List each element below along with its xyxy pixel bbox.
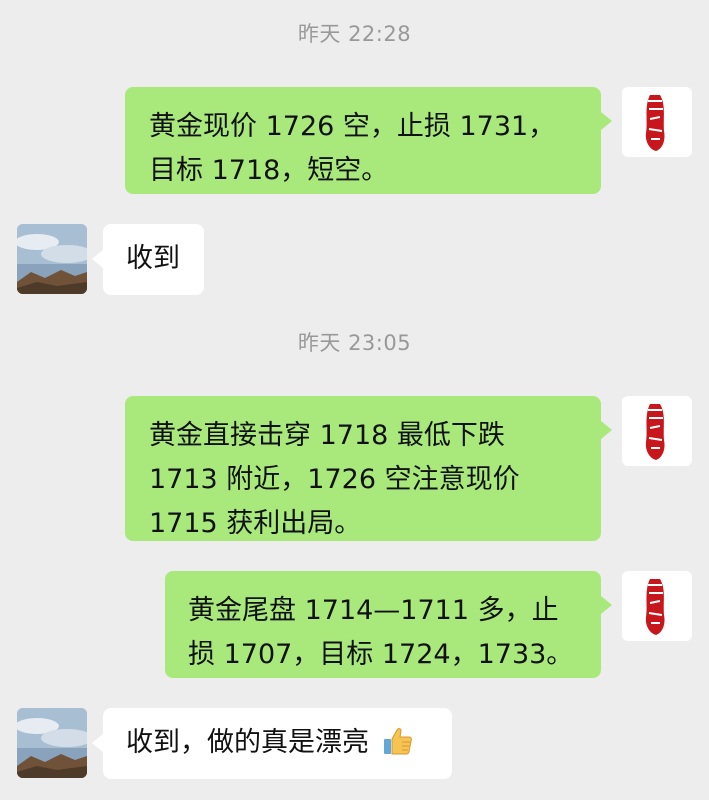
bubble-tail <box>92 734 103 752</box>
sky-landscape-avatar[interactable] <box>17 224 87 294</box>
bubble-tail <box>92 250 103 268</box>
message-bubble-incoming[interactable]: 收到，做的真是漂亮 <box>103 708 452 779</box>
message-bubble-outgoing[interactable]: 黄金现价 1726 空，止损 1731，目标 1718，短空。 <box>125 87 601 194</box>
red-seal-avatar[interactable] <box>622 87 692 157</box>
bubble-tail <box>601 112 612 130</box>
red-seal-avatar[interactable] <box>622 396 692 466</box>
message-bubble-outgoing[interactable]: 黄金直接击穿 1718 最低下跌 1713 附近，1726 空注意现价 1715… <box>125 396 601 541</box>
message-text: 黄金现价 1726 空，止损 1731，目标 1718，短空。 <box>149 111 556 186</box>
message-bubble-incoming[interactable]: 收到 <box>103 224 204 295</box>
message-text: 黄金直接击穿 1718 最低下跌 1713 附近，1726 空注意现价 1715… <box>149 420 520 539</box>
bubble-tail <box>601 421 612 439</box>
message-text: 收到，做的真是漂亮 <box>126 727 369 758</box>
bubble-tail <box>601 596 612 614</box>
message-bubble-outgoing[interactable]: 黄金尾盘 1714—1711 多，止损 1707，目标 1724，1733。 <box>165 571 601 678</box>
message-text: 收到 <box>126 243 180 274</box>
red-seal-avatar[interactable] <box>622 571 692 641</box>
timestamp: 昨天 22:28 <box>297 22 412 46</box>
thumbs-up-icon <box>382 725 414 771</box>
message-text: 黄金尾盘 1714—1711 多，止损 1707，目标 1724，1733。 <box>188 595 574 670</box>
timestamp: 昨天 23:05 <box>297 331 412 355</box>
sky-landscape-avatar[interactable] <box>17 708 87 778</box>
